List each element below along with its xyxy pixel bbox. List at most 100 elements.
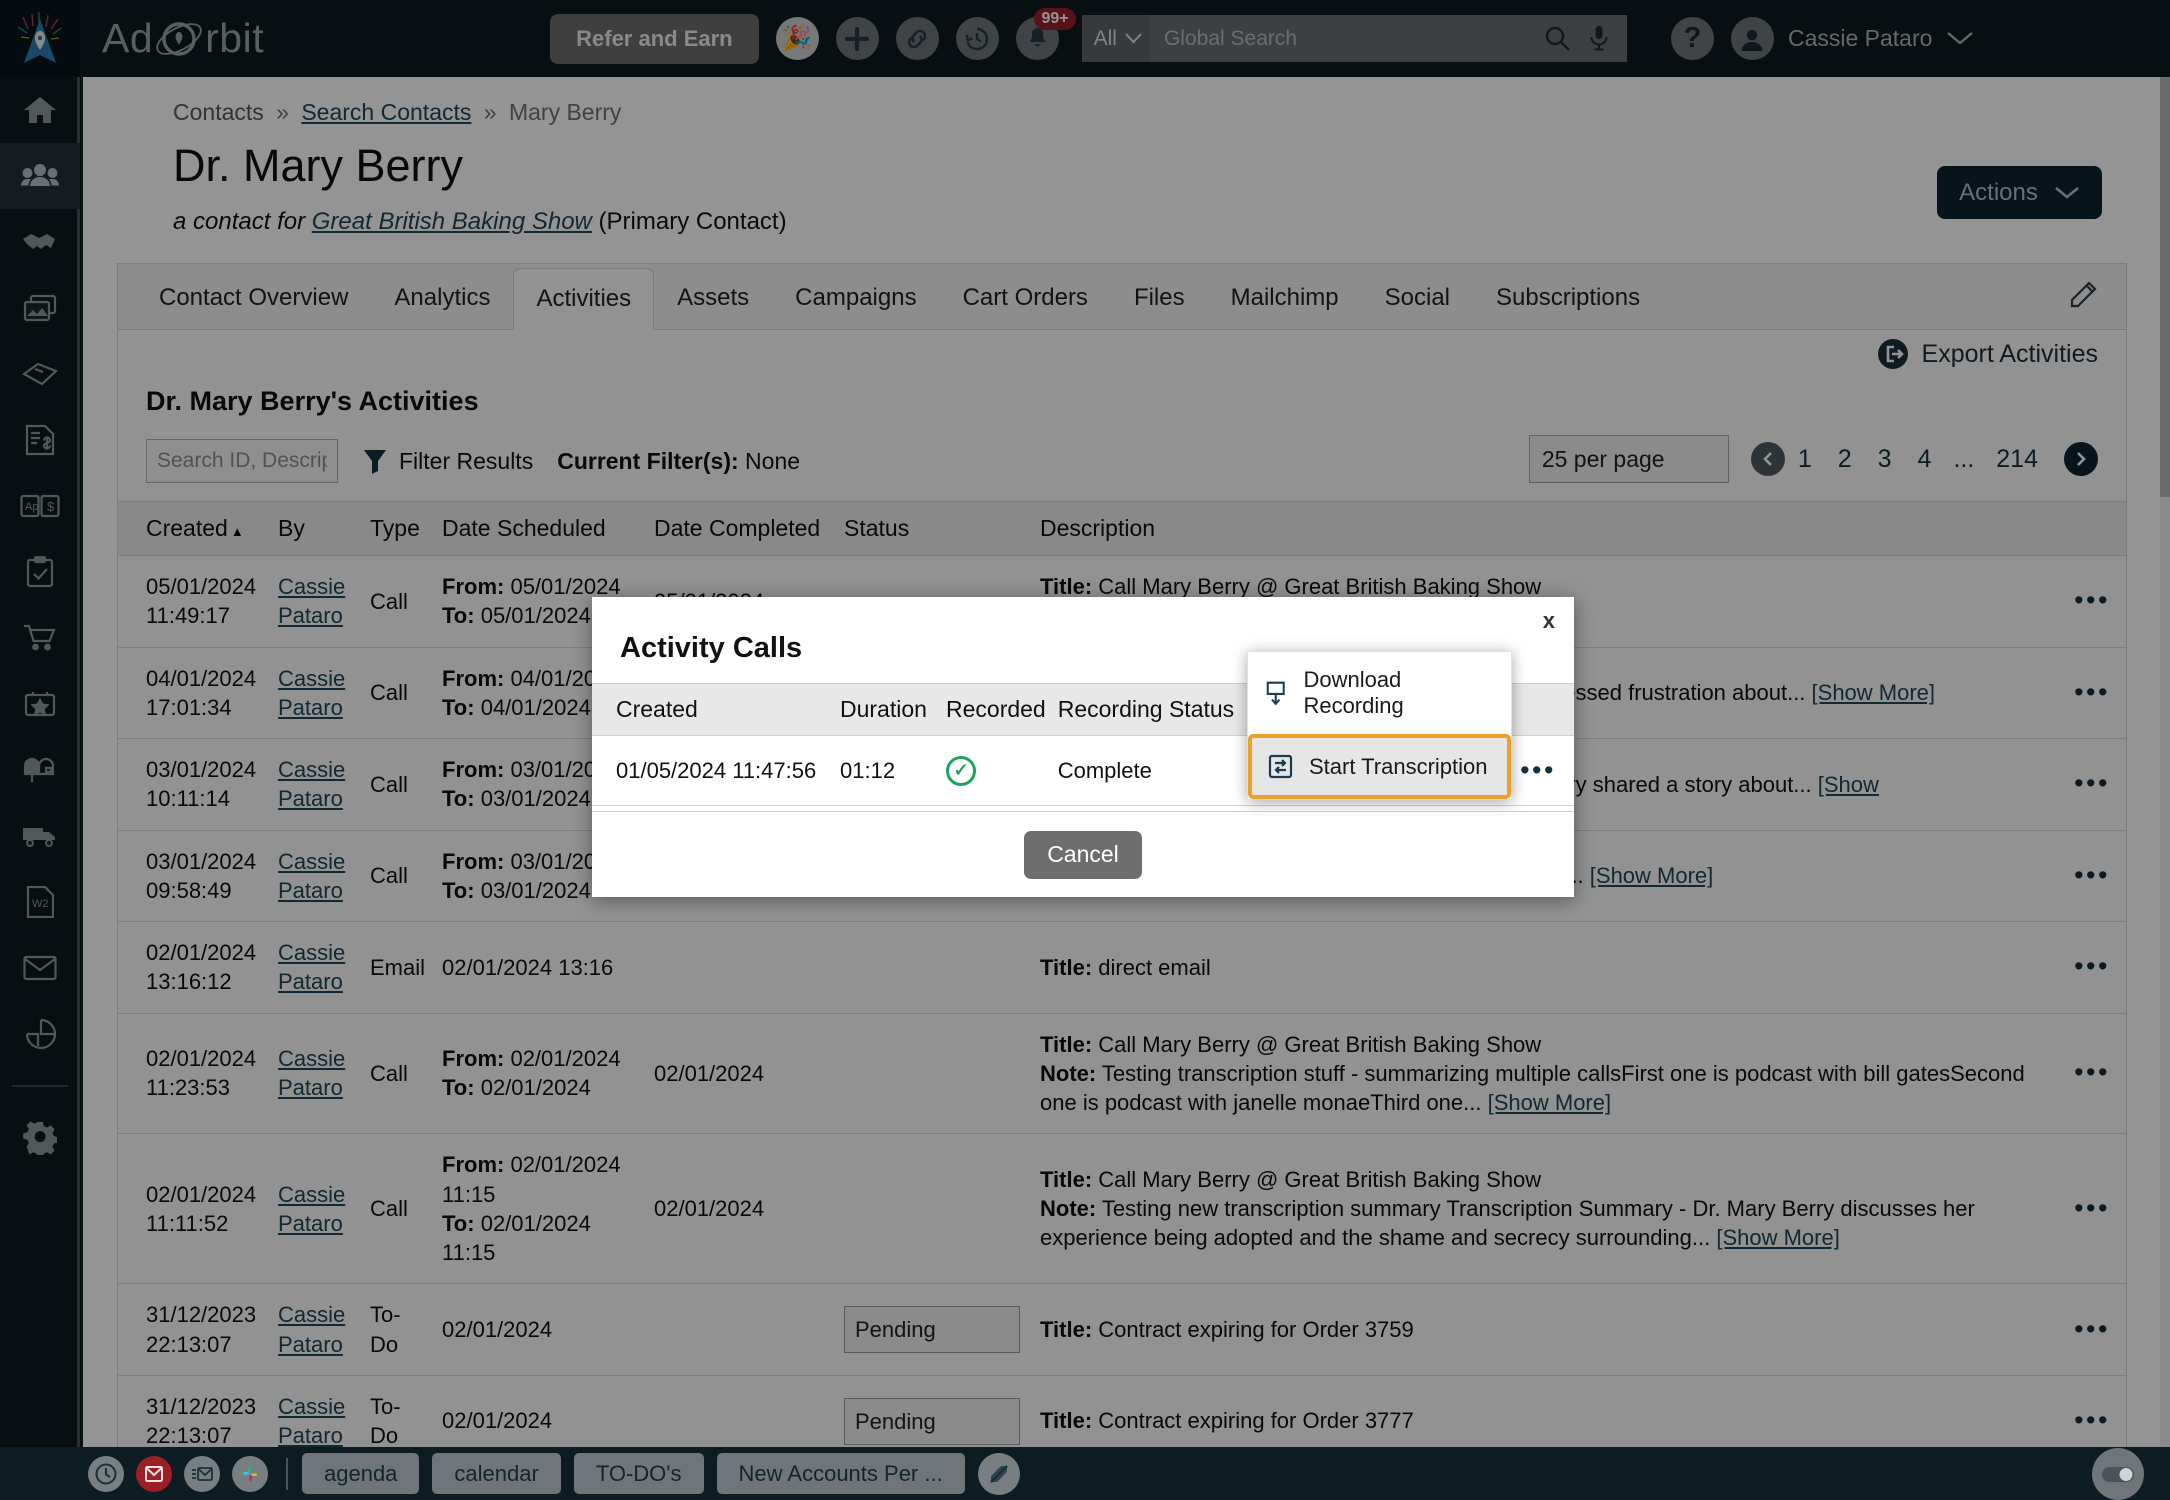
col-by[interactable]: By (270, 501, 362, 556)
user-menu[interactable]: ? Cassie Pataro (1645, 17, 1974, 60)
col-date-scheduled[interactable]: Date Scheduled (434, 501, 646, 556)
row-menu-button[interactable]: ••• (2074, 1057, 2110, 1087)
show-more-link[interactable]: [Show More] (1812, 680, 1936, 705)
page-4[interactable]: 4 (1918, 445, 1932, 474)
filter-results-button[interactable]: Filter Results (362, 447, 533, 475)
taskbar-tab-agenda[interactable]: agenda (302, 1453, 420, 1494)
user-link[interactable]: Cassie Pataro (278, 574, 345, 628)
per-page-select[interactable]: 25 per page (1528, 435, 1729, 483)
sidebar-item-invoices[interactable] (0, 407, 80, 473)
microphone-icon[interactable] (1589, 25, 1609, 52)
page-2[interactable]: 2 (1838, 445, 1852, 474)
sidebar-item-email[interactable] (0, 935, 80, 1001)
show-more-link[interactable]: [Show More] (1488, 1090, 1612, 1115)
tab-social[interactable]: Social (1362, 267, 1473, 329)
row-menu-button[interactable]: ••• (2074, 951, 2110, 981)
user-link[interactable]: Cassie Pataro (278, 1046, 345, 1100)
row-menu-button[interactable]: ••• (2074, 677, 2110, 707)
sidebar-item-tasks[interactable] (0, 539, 80, 605)
col-status[interactable]: Status (836, 501, 1032, 556)
page-1[interactable]: 1 (1798, 445, 1812, 474)
celebrate-icon[interactable]: 🎉 (775, 17, 819, 60)
mail-list-icon[interactable] (184, 1455, 220, 1492)
tab-campaigns[interactable]: Campaigns (772, 267, 939, 329)
user-link[interactable]: Cassie Pataro (278, 1394, 345, 1447)
show-more-link[interactable]: [Show (1818, 772, 1879, 797)
help-icon[interactable]: ? (1670, 17, 1714, 60)
row-menu-button[interactable]: ••• (2074, 1193, 2110, 1223)
clock-icon[interactable] (88, 1455, 124, 1492)
prev-page-button[interactable] (1750, 442, 1785, 476)
show-more-link[interactable]: [Show More] (1716, 1225, 1840, 1250)
scrollbar-thumb[interactable] (2160, 77, 2170, 497)
company-link[interactable]: Great British Baking Show (312, 208, 592, 235)
col-date-completed[interactable]: Date Completed (646, 501, 836, 556)
sidebar-item-favorites[interactable] (0, 671, 80, 737)
cancel-button[interactable]: Cancel (1024, 830, 1142, 879)
taskbar-tab-todos[interactable]: TO-DO's (573, 1453, 704, 1494)
tab-files[interactable]: Files (1111, 267, 1208, 329)
row-menu-button[interactable]: ••• (2074, 1314, 2110, 1344)
menu-item-start-transcription[interactable]: Start Transcription (1248, 734, 1511, 799)
inbox-icon[interactable] (136, 1455, 172, 1492)
user-link[interactable]: Cassie Pataro (278, 849, 345, 903)
user-link[interactable]: Cassie Pataro (278, 940, 345, 994)
show-more-link[interactable]: [Show More] (1590, 863, 1714, 888)
refer-and-earn-button[interactable]: Refer and Earn (550, 13, 759, 64)
notifications-bell-icon[interactable]: 99+ (1015, 8, 1076, 60)
tab-assets[interactable]: Assets (654, 267, 772, 329)
user-link[interactable]: Cassie Pataro (278, 666, 345, 720)
taskbar-tab-new-accounts[interactable]: New Accounts Per ... (716, 1453, 965, 1494)
sidebar-item-w2-forms[interactable]: W2 (0, 869, 80, 935)
row-menu-button[interactable]: ••• (2074, 768, 2110, 798)
next-page-button[interactable] (2064, 442, 2098, 476)
history-icon[interactable] (955, 17, 999, 60)
menu-item-download-recording[interactable]: Download Recording (1248, 652, 1511, 734)
row-menu-button[interactable]: ••• (2074, 860, 2110, 890)
row-menu-button[interactable]: ••• (2074, 585, 2110, 615)
avatar[interactable] (1730, 17, 1774, 60)
user-link[interactable]: Cassie Pataro (278, 757, 345, 811)
pencil-icon[interactable] (977, 1452, 1020, 1495)
user-link[interactable]: Cassie Pataro (278, 1182, 345, 1236)
sidebar-item-cart[interactable] (0, 605, 80, 671)
tab-cart-orders[interactable]: Cart Orders (940, 267, 1111, 329)
sidebar-item-settings[interactable] (0, 1105, 80, 1171)
search-input[interactable] (146, 439, 338, 483)
sidebar-item-shipping[interactable] (0, 803, 80, 869)
toggle-switch-icon[interactable] (2092, 1447, 2144, 1500)
status-select[interactable]: Pending (844, 1397, 1020, 1445)
search-scope-dropdown[interactable]: All (1081, 15, 1150, 62)
sidebar-item-reports[interactable] (0, 1001, 80, 1067)
breadcrumb-root[interactable]: Contacts (173, 99, 264, 125)
col-created[interactable]: Created ▲ (118, 501, 270, 556)
add-icon[interactable] (835, 17, 879, 60)
user-link[interactable]: Cassie Pataro (278, 1302, 345, 1356)
search-icon[interactable] (1544, 25, 1571, 52)
slack-icon[interactable] (232, 1455, 268, 1492)
col-description[interactable]: Description (1032, 501, 2058, 556)
sidebar-item-tickets[interactable] (0, 341, 80, 407)
tab-subscriptions[interactable]: Subscriptions (1473, 267, 1663, 329)
sidebar-item-deals[interactable] (0, 209, 80, 275)
taskbar-tab-calendar[interactable]: calendar (432, 1453, 561, 1494)
vertical-scrollbar[interactable] (2160, 77, 2170, 1447)
breadcrumb-search-contacts[interactable]: Search Contacts (301, 99, 471, 125)
sidebar-item-home[interactable] (0, 77, 80, 143)
chevron-down-icon[interactable] (1946, 31, 1974, 46)
sidebar-item-media[interactable] (0, 275, 80, 341)
link-icon[interactable] (895, 17, 939, 60)
sidebar-item-mailbox[interactable] (0, 737, 80, 803)
actions-button[interactable]: Actions (1937, 166, 2102, 219)
call-row-menu-button[interactable]: ••• (1520, 755, 1556, 785)
global-search-input[interactable] (1149, 15, 1540, 62)
page-last[interactable]: 214 (1996, 445, 2038, 474)
tab-analytics[interactable]: Analytics (371, 267, 513, 329)
row-menu-button[interactable]: ••• (2074, 1405, 2110, 1435)
col-type[interactable]: Type (362, 501, 434, 556)
tab-contact-overview[interactable]: Contact Overview (136, 267, 371, 329)
tab-mailchimp[interactable]: Mailchimp (1208, 267, 1362, 329)
app-logo[interactable] (0, 0, 80, 77)
page-3[interactable]: 3 (1878, 445, 1892, 474)
close-icon[interactable]: x (1543, 608, 1555, 634)
